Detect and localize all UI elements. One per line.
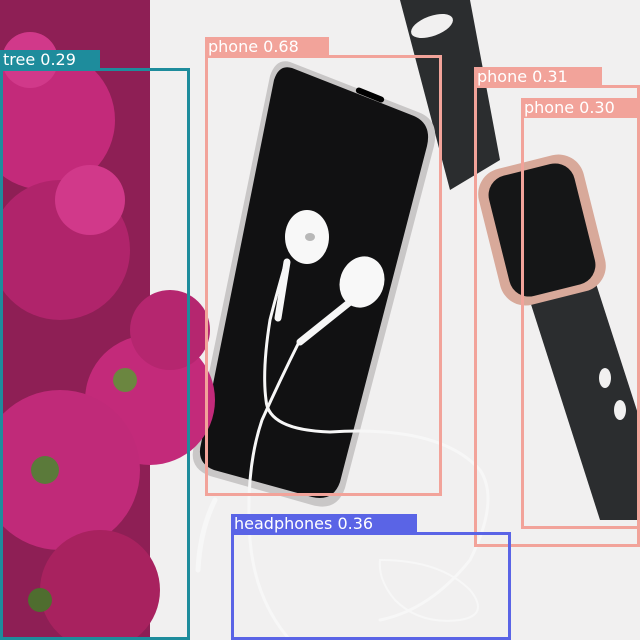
- detection-box-tree: [0, 68, 190, 640]
- detection-label-tree: tree 0.29: [0, 50, 100, 70]
- detection-label-headphones: headphones 0.36: [231, 514, 417, 534]
- detection-box-phone-strap: [521, 115, 640, 529]
- detection-box-phone-main: [205, 55, 442, 496]
- detection-label-phone-main: phone 0.68: [205, 37, 329, 57]
- detection-label-phone-watch: phone 0.31: [474, 67, 602, 87]
- detection-box-headphones: [231, 532, 511, 640]
- detection-scene: tree 0.29 phone 0.68 phone 0.31 phone 0.…: [0, 0, 640, 640]
- detection-label-phone-strap: phone 0.30: [521, 98, 640, 118]
